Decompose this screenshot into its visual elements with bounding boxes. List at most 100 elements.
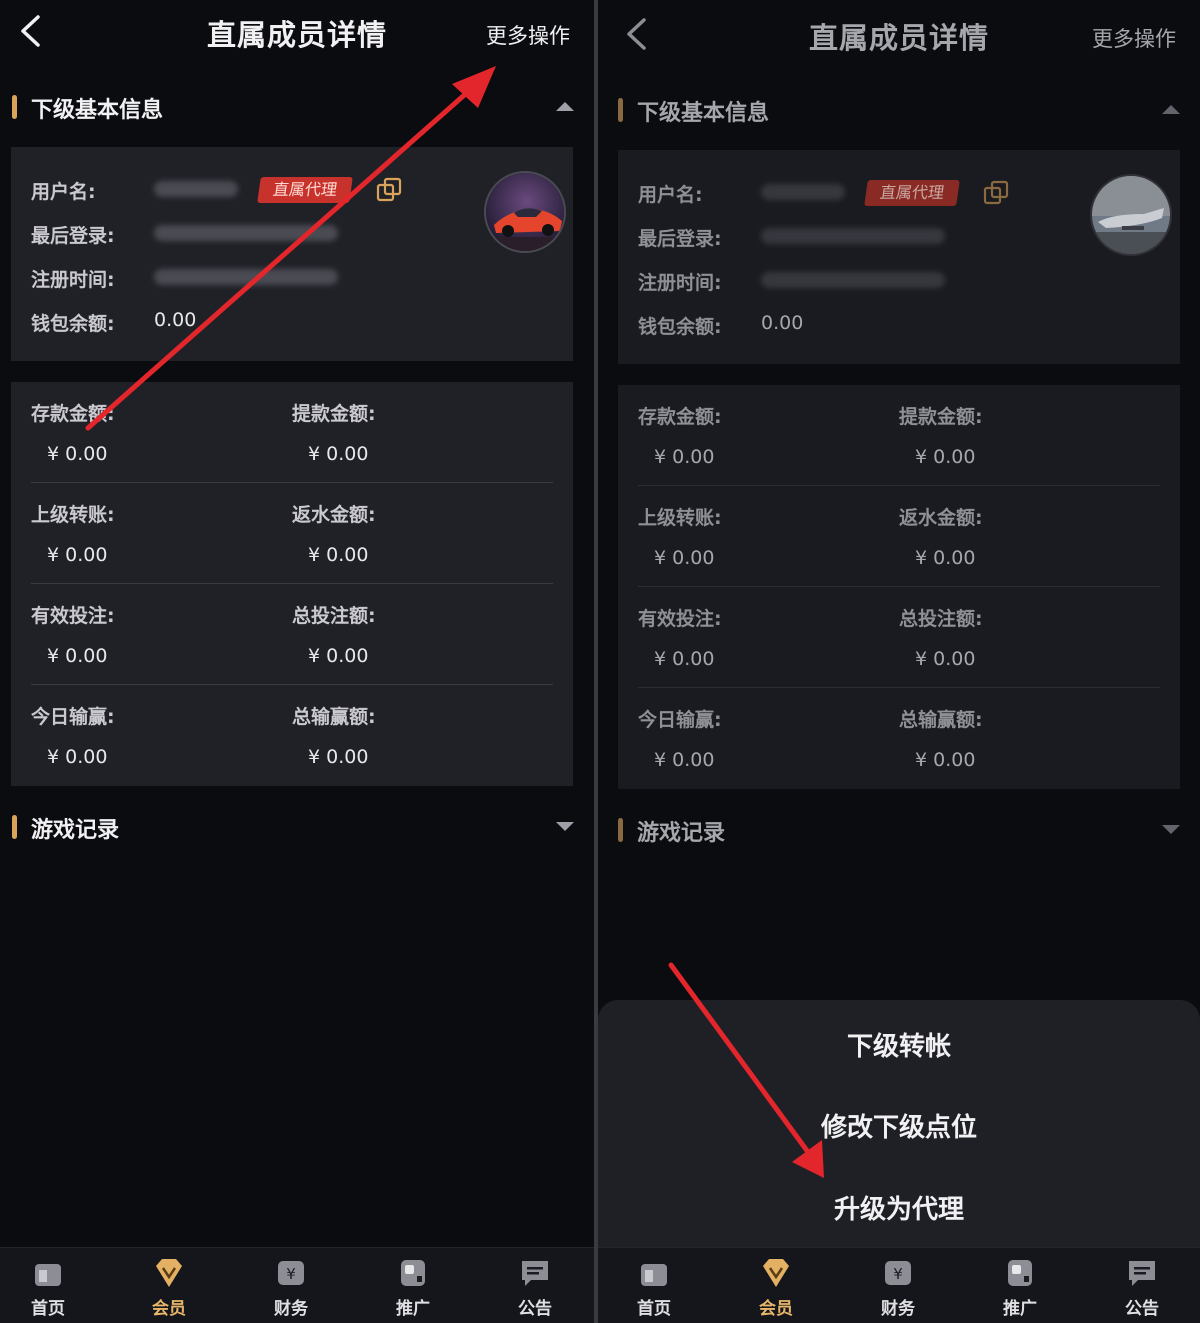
stat-value: ¥ 0.00	[654, 446, 715, 468]
transfer-to-subordinate-option[interactable]: 下级转帐	[598, 1026, 1200, 1063]
stat-label: 有效投注:	[638, 608, 722, 630]
direct-agent-badge: 直属代理	[257, 177, 353, 203]
last-login-label: 最后登录:	[638, 228, 722, 250]
finance-yen-icon: ¥	[278, 1261, 304, 1285]
stat-value: ¥ 0.00	[308, 544, 369, 566]
tab-promote[interactable]: 推广	[980, 1256, 1060, 1319]
tab-label: 公告	[1125, 1299, 1159, 1319]
stat-value: ¥ 0.00	[915, 547, 976, 569]
tab-label: 会员	[152, 1299, 186, 1319]
stat-label: 上级转账:	[31, 504, 115, 526]
section-title: 下级基本信息	[637, 101, 770, 126]
stat-label: 上级转账:	[638, 507, 722, 529]
stat-value: ¥ 0.00	[47, 645, 108, 667]
sports-car-avatar-image	[486, 173, 564, 251]
username-redacted	[154, 181, 238, 197]
stat-value: ¥ 0.00	[915, 648, 976, 670]
tab-label: 推广	[396, 1299, 430, 1319]
stat-label: 总投注额:	[292, 605, 376, 627]
last-login-label: 最后登录:	[31, 225, 115, 247]
tab-announcement[interactable]: 公告	[1102, 1256, 1182, 1319]
avatar	[484, 171, 566, 253]
tab-home[interactable]: 首页	[614, 1256, 694, 1319]
tab-label: 会员	[759, 1299, 793, 1319]
collapse-triangle-icon[interactable]	[556, 102, 574, 111]
tab-label: 财务	[881, 1299, 915, 1319]
row-divider	[31, 482, 553, 483]
stat-value: ¥ 0.00	[308, 746, 369, 768]
left-screenshot: 直属成员详情 更多操作 下级基本信息 用户名: 直属代理 最后登录: 注册时间:…	[0, 0, 594, 1323]
tab-member[interactable]: 会员	[129, 1256, 209, 1319]
basic-info-section-header[interactable]: 下级基本信息	[618, 95, 1180, 126]
section-title: 游戏记录	[31, 818, 120, 843]
collapse-triangle-icon[interactable]	[1162, 105, 1180, 114]
more-actions-button[interactable]: 更多操作	[1092, 23, 1176, 53]
row-divider	[638, 687, 1160, 688]
stat-value: ¥ 0.00	[654, 648, 715, 670]
username-label: 用户名:	[31, 181, 96, 203]
basic-info-card: 用户名: 直属代理 最后登录: 注册时间: 钱包余额: 0.00	[618, 150, 1180, 364]
announcement-icon	[1129, 1261, 1155, 1286]
basic-info-section-header[interactable]: 下级基本信息	[12, 92, 574, 123]
more-actions-button[interactable]: 更多操作	[486, 20, 570, 50]
home-icon	[35, 1264, 61, 1286]
tab-finance[interactable]: ¥ 财务	[251, 1256, 331, 1319]
expand-triangle-icon[interactable]	[1162, 825, 1180, 834]
promote-icon	[401, 1260, 425, 1286]
copy-icon[interactable]	[376, 177, 402, 203]
tab-member[interactable]: 会员	[736, 1256, 816, 1319]
register-time-redacted	[154, 269, 338, 285]
game-records-section-header[interactable]: 游戏记录	[12, 812, 574, 843]
stats-card: 存款金额: ¥ 0.00 提款金额: ¥ 0.00 上级转账: ¥ 0.00 返…	[11, 382, 573, 786]
tab-announcement[interactable]: 公告	[495, 1256, 575, 1319]
home-icon	[641, 1264, 667, 1286]
tab-home[interactable]: 首页	[8, 1256, 88, 1319]
tab-label: 财务	[274, 1299, 308, 1319]
modify-subordinate-rebate-option[interactable]: 修改下级点位	[598, 1107, 1200, 1144]
stat-label: 返水金额:	[292, 504, 376, 526]
svg-text:¥: ¥	[893, 1265, 903, 1283]
bottom-tab-bar: 首页 会员 ¥ 财务 推广 公告	[0, 1247, 594, 1323]
tab-label: 首页	[31, 1299, 65, 1319]
tab-label: 首页	[637, 1299, 671, 1319]
stat-label: 总投注额:	[899, 608, 983, 630]
tab-label: 推广	[1003, 1299, 1037, 1319]
private-jet-avatar-image	[1092, 176, 1170, 254]
section-title: 下级基本信息	[31, 98, 164, 123]
stat-value: ¥ 0.00	[47, 443, 108, 465]
stat-value: ¥ 0.00	[915, 749, 976, 771]
stat-label: 今日输赢:	[638, 709, 722, 731]
stat-label: 总输赢额:	[292, 706, 376, 728]
username-redacted	[761, 184, 845, 200]
finance-yen-icon: ¥	[885, 1261, 911, 1285]
wallet-label: 钱包余额:	[638, 316, 722, 338]
section-title: 游戏记录	[637, 821, 726, 846]
game-records-section-header[interactable]: 游戏记录	[618, 815, 1180, 846]
member-diamond-icon	[156, 1259, 182, 1287]
stat-value: ¥ 0.00	[308, 443, 369, 465]
row-divider	[638, 586, 1160, 587]
nav-header: 直属成员详情 更多操作	[0, 0, 594, 64]
promote-icon	[1008, 1260, 1032, 1286]
upgrade-to-agent-option[interactable]: 升级为代理	[598, 1189, 1200, 1226]
row-divider	[31, 583, 553, 584]
stat-label: 返水金额:	[899, 507, 983, 529]
basic-info-card: 用户名: 直属代理 最后登录: 注册时间: 钱包余额: 0.00	[11, 147, 573, 361]
stat-value: ¥ 0.00	[47, 746, 108, 768]
copy-icon[interactable]	[983, 180, 1009, 206]
stat-value: ¥ 0.00	[654, 547, 715, 569]
avatar	[1090, 174, 1172, 256]
more-actions-sheet: 下级转帐 修改下级点位 升级为代理	[598, 1000, 1200, 1247]
svg-text:¥: ¥	[286, 1265, 296, 1283]
register-time-redacted	[761, 272, 945, 288]
wallet-label: 钱包余额:	[31, 313, 115, 335]
register-time-label: 注册时间:	[31, 269, 115, 291]
stat-label: 存款金额:	[31, 403, 115, 425]
tab-promote[interactable]: 推广	[373, 1256, 453, 1319]
stat-label: 有效投注:	[31, 605, 115, 627]
section-accent-bar	[618, 818, 623, 842]
stat-label: 提款金额:	[292, 403, 376, 425]
last-login-redacted	[761, 228, 945, 244]
tab-finance[interactable]: ¥ 财务	[858, 1256, 938, 1319]
expand-triangle-icon[interactable]	[556, 822, 574, 831]
